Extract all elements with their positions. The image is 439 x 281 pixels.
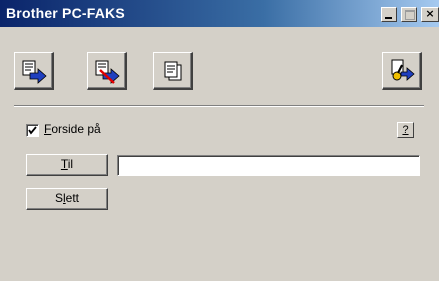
copy-pages-icon — [164, 61, 182, 81]
minimize-icon — [385, 17, 392, 19]
maximize-button[interactable] — [401, 7, 417, 22]
pc-fax-window: Brother PC-FAKS × Forside på ? Til Slett — [0, 0, 439, 281]
send-fax-button[interactable] — [14, 52, 54, 90]
title-bar[interactable]: Brother PC-FAKS × — [0, 0, 439, 27]
close-icon: × — [425, 7, 435, 20]
copy-pages-button[interactable] — [153, 52, 193, 90]
help-icon: ? — [402, 124, 409, 136]
checkmark-icon — [28, 126, 37, 135]
minimize-button[interactable] — [381, 7, 397, 22]
cover-page-label[interactable]: Forside på — [44, 122, 101, 136]
recipient-input[interactable] — [117, 155, 420, 176]
settings-key-icon — [391, 59, 415, 81]
toolbar-divider — [14, 105, 424, 107]
settings-key-button[interactable] — [382, 52, 422, 90]
send-fax-icon — [22, 60, 47, 84]
to-button[interactable]: Til — [26, 154, 108, 176]
cancel-send-icon — [95, 60, 120, 84]
cancel-send-button[interactable] — [87, 52, 127, 90]
maximize-icon — [405, 10, 415, 20]
cover-page-checkbox[interactable] — [26, 124, 39, 137]
close-button[interactable]: × — [421, 7, 439, 22]
delete-button[interactable]: Slett — [26, 188, 108, 210]
window-title: Brother PC-FAKS — [6, 5, 125, 21]
help-button[interactable]: ? — [397, 122, 414, 138]
